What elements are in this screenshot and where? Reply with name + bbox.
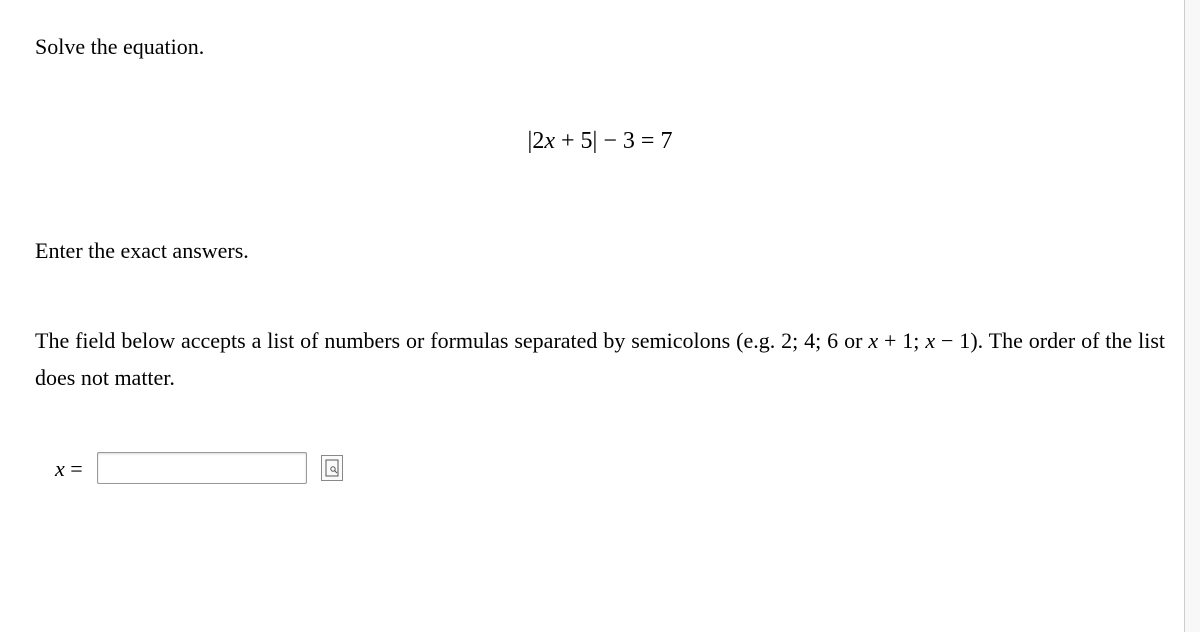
hint-ex2-var1: x xyxy=(868,328,878,353)
hint-text-pre: The field below accepts a list of number… xyxy=(35,328,781,353)
variable-x: x xyxy=(544,128,555,154)
rhs-7: 7 xyxy=(660,128,672,154)
constant-3: 3 xyxy=(623,128,635,154)
equation-preview-button[interactable] xyxy=(321,455,343,481)
coefficient: 2 xyxy=(532,128,544,154)
hint-or: or xyxy=(838,328,868,353)
minus-sign: − xyxy=(597,128,623,154)
constant-5: 5 xyxy=(581,128,593,154)
enter-instruction: Enter the exact answers. xyxy=(35,234,1165,267)
preview-icon xyxy=(325,459,339,477)
hint-ex2-p4: − 1 xyxy=(935,328,970,353)
problem-instruction: Solve the equation. xyxy=(35,30,1165,63)
hint-example-1: 2; 4; 6 xyxy=(781,328,838,353)
equation-display: |2x + 5| − 3 = 7 xyxy=(35,123,1165,159)
answer-row: x = xyxy=(55,452,1165,485)
answer-variable: x xyxy=(55,456,65,481)
answer-label: x = xyxy=(55,452,83,485)
hint-ex2-var2: x xyxy=(925,328,935,353)
input-format-hint: The field below accepts a list of number… xyxy=(35,322,1165,397)
answer-equals: = xyxy=(65,456,83,481)
plus-sign: + xyxy=(555,128,581,154)
answer-input[interactable] xyxy=(97,452,307,484)
hint-ex2-p2: + 1; xyxy=(878,328,925,353)
equals-sign: = xyxy=(635,128,661,154)
scrollbar[interactable] xyxy=(1184,0,1200,632)
